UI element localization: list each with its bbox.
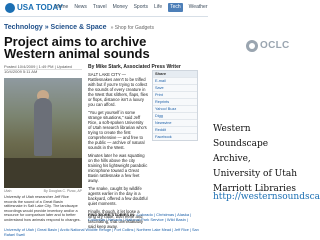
share-item-yahoo-buzz[interactable]: Yahoo! Buzz xyxy=(153,105,197,112)
share-item-digg[interactable]: Digg xyxy=(153,112,197,119)
photo-credit: Utah By Douglas C. Pizac, AP xyxy=(4,189,82,193)
article-headline: Project aims to archive Western animal s… xyxy=(4,34,150,61)
share-item-reprints[interactable]: Reprints xyxy=(153,98,197,105)
archive-description-line: Soundscape xyxy=(213,139,269,149)
nav-item-weather[interactable]: Weather xyxy=(189,3,208,12)
share-item-save[interactable]: Save xyxy=(153,84,197,91)
article-paragraph: Minutes later he was squatting on the hi… xyxy=(88,153,148,183)
nav-item-sports[interactable]: Sports xyxy=(134,3,148,12)
nav-item-life[interactable]: Life xyxy=(154,3,162,12)
oclc-globe-icon xyxy=(246,40,258,52)
photo-caption: University of Utah researcher Jeff Rice … xyxy=(4,195,81,222)
logo-dot-icon xyxy=(5,3,15,13)
share-box: Share E-mail Save Print Reprints Yahoo! Buzz… xyxy=(152,70,198,141)
nav-item-money[interactable]: Money xyxy=(113,3,128,12)
photo-person xyxy=(34,98,52,156)
article-paragraph: "You get yourself in some strange situat… xyxy=(88,110,147,150)
archive-url-link[interactable]: http://westernsoundscape.org xyxy=(213,191,320,203)
share-item-facebook[interactable]: Facebook xyxy=(153,133,197,140)
archive-description: Western Soundscape Archive, University of U… xyxy=(213,122,317,197)
share-item-reddit[interactable]: Reddit xyxy=(153,126,197,133)
shop-link[interactable]: » Shop for Gadgets xyxy=(111,25,154,31)
share-item-e-mail[interactable]: E-mail xyxy=(153,77,197,84)
oclc-logo: OCLC xyxy=(246,40,316,52)
nav-item-news[interactable]: News xyxy=(74,3,87,12)
article-body: SALT LAKE CITY — Rattlesnakes aren't to … xyxy=(88,72,148,232)
archive-description-line: University of Utah xyxy=(213,169,298,179)
photo-credit-left: Utah xyxy=(4,189,12,193)
article-paragraph: SALT LAKE CITY — Rattlesnakes aren't to … xyxy=(88,72,148,107)
share-item-print[interactable]: Print xyxy=(153,91,197,98)
article-photo[interactable] xyxy=(4,78,82,188)
photo-ground xyxy=(4,158,82,188)
site-nav: Home News Travel Money Sports Life Tech Weather xyxy=(55,3,207,12)
topic-links[interactable]: University of Utah | Great Basin | Arcti… xyxy=(4,228,204,238)
slide: USA TODAY Home News Travel Money Sports Life T… xyxy=(0,0,320,240)
section-bar: Technology » Science & Space » Shop for G… xyxy=(4,23,154,33)
oclc-wordmark: OCLC xyxy=(260,40,290,51)
usatoday-logo[interactable]: USA TODAY xyxy=(5,3,63,13)
nav-item-tech[interactable]: Tech xyxy=(168,3,183,12)
article-tools-row xyxy=(4,69,82,76)
article-paragraph: The snake, caught by wildlife agents ear… xyxy=(88,186,148,206)
more-stories: FIND MORE STORIES IN: Colorado | Christm… xyxy=(88,212,204,222)
article-screenshot: USA TODAY Home News Travel Money Sports Life T… xyxy=(0,0,208,240)
photo-credit-right: By Douglas C. Pizac, AP xyxy=(43,189,82,193)
section-title[interactable]: Technology » Science & Space xyxy=(4,24,107,31)
nav-item-travel[interactable]: Travel xyxy=(93,3,107,12)
nav-item-home[interactable]: Home xyxy=(55,3,68,12)
archive-description-line: Archive, xyxy=(213,154,251,164)
archive-description-line: Western xyxy=(213,124,251,134)
share-item-newsvine[interactable]: Newsvine xyxy=(153,119,197,126)
site-header: USA TODAY Home News Travel Money Sports Life T… xyxy=(0,0,208,17)
